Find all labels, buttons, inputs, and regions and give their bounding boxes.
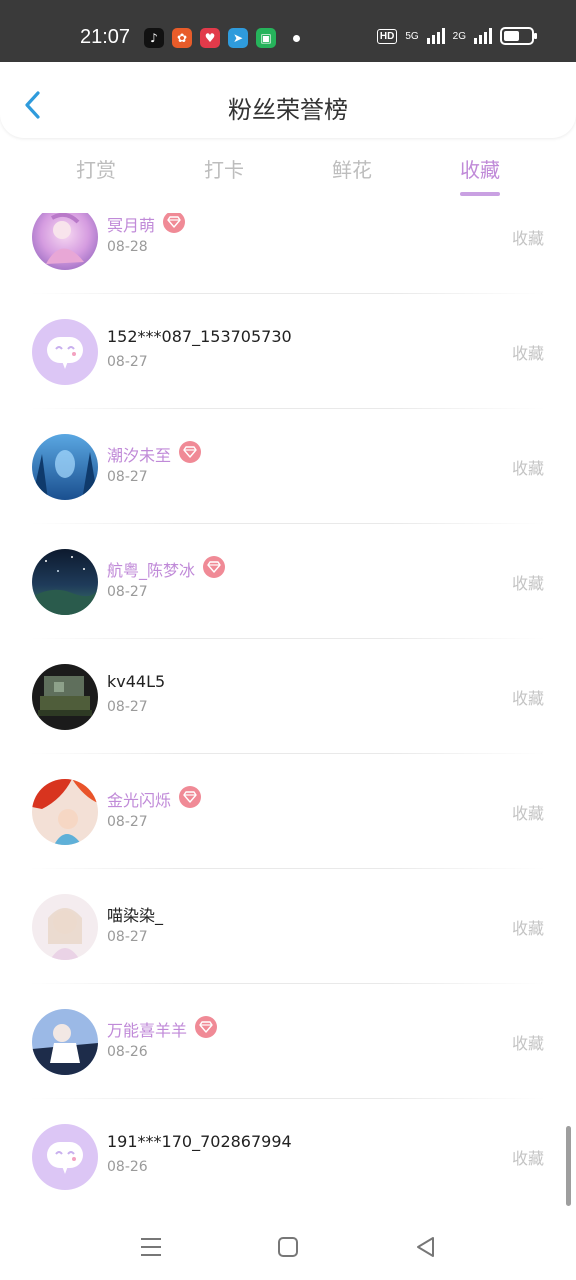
network-2g-label: 2G [452, 30, 466, 42]
favorite-action-label: 收藏 [511, 459, 544, 478]
active-tab-indicator [460, 192, 500, 196]
favorite-action-label: 收藏 [511, 229, 544, 248]
signal-5g-icon [426, 28, 445, 44]
telegram-icon: ➤ [228, 28, 248, 48]
favorite-action-label: 收藏 [511, 1034, 544, 1053]
favorite-action-label: 收藏 [511, 344, 544, 363]
vip-diamond-icon [179, 441, 202, 463]
avatar[interactable] [32, 893, 98, 960]
user-name: 152***087_153705730 [107, 327, 292, 346]
favorite-date: 08-27 [107, 814, 148, 830]
status-app-icons: ♪ ✿ ♥ ➤ ▣ [144, 28, 276, 48]
tab-reward[interactable]: 打赏 [46, 154, 146, 183]
vip-diamond-icon [203, 556, 226, 578]
user-name: 万能喜羊羊 [107, 1021, 188, 1040]
favorite-date: 08-26 [107, 1159, 148, 1175]
user-name: 潮汐未至 [107, 446, 172, 465]
favorite-action-label: 收藏 [511, 919, 544, 938]
tab-flowers[interactable]: 鲜花 [302, 154, 402, 183]
tab-checkin[interactable]: 打卡 [174, 154, 274, 183]
android-app-icon: ▣ [256, 28, 276, 48]
fan-list-item[interactable]: 航粤_陈梦冰 08-27 收藏 [0, 524, 576, 639]
favorite-date: 08-27 [107, 354, 148, 370]
favorite-action-label: 收藏 [511, 689, 544, 708]
notification-dot-icon [293, 35, 300, 42]
tiktok-icon: ♪ [144, 28, 164, 48]
back-triangle-icon[interactable] [412, 1233, 440, 1261]
signal-2g-icon [474, 28, 492, 44]
app-screen: 21:07 ♪ ✿ ♥ ➤ ▣ HD 5G 2G 粉丝荣誉榜 打赏 打卡 鲜花 … [0, 0, 576, 1280]
fan-list-item[interactable]: 冥月萌 08-28 收藏 [0, 213, 576, 294]
fan-list-item[interactable]: 152***087_153705730 08-27 收藏 [0, 294, 576, 409]
menu-icon[interactable] [137, 1233, 165, 1261]
favorite-action-label: 收藏 [511, 574, 544, 593]
page-header: 粉丝荣誉榜 [0, 62, 576, 138]
favorite-date: 08-26 [107, 1044, 148, 1060]
avatar[interactable] [32, 1008, 98, 1075]
hd-icon: HD [376, 28, 398, 44]
favorite-date: 08-27 [107, 584, 148, 600]
fan-list-item[interactable]: 金光闪烁 08-27 收藏 [0, 754, 576, 869]
avatar[interactable] [32, 433, 98, 500]
user-name: 191***170_702867994 [107, 1132, 292, 1151]
favorite-action-label: 收藏 [511, 1149, 544, 1168]
favorite-date: 08-27 [107, 929, 148, 945]
avatar[interactable] [32, 1123, 98, 1190]
vip-diamond-icon [195, 1016, 218, 1038]
favorite-action-label: 收藏 [511, 804, 544, 823]
user-name: 喵染染_ [107, 906, 164, 925]
system-nav-bar [0, 1213, 576, 1280]
favorite-date: 08-27 [107, 699, 148, 715]
status-bar: 21:07 ♪ ✿ ♥ ➤ ▣ HD 5G 2G [0, 0, 576, 62]
user-name: 冥月萌 [107, 216, 156, 235]
avatar[interactable] [32, 213, 98, 270]
avatar[interactable] [32, 548, 98, 615]
user-name: kv44L5 [107, 672, 166, 691]
vip-diamond-icon [179, 786, 202, 808]
heart-app-icon: ♥ [200, 28, 220, 48]
system-icons: HD 5G 2G [376, 27, 537, 45]
tab-bar: 打赏 打卡 鲜花 收藏 [0, 148, 576, 210]
user-name: 航粤_陈梦冰 [107, 561, 196, 580]
fan-list: 冥月萌 08-28 收藏 152***087_153705730 08-27 收藏 潮汐未至… [0, 213, 576, 1213]
xiaohongshu-icon: ✿ [172, 28, 192, 48]
avatar[interactable] [32, 663, 98, 730]
fan-list-item[interactable]: kv44L5 08-27 收藏 [0, 639, 576, 754]
fan-list-item[interactable]: 喵染染_ 08-27 收藏 [0, 869, 576, 984]
fan-list-item[interactable]: 万能喜羊羊 08-26 收藏 [0, 984, 576, 1099]
network-5g-label: 5G [405, 30, 419, 42]
fan-list-item[interactable]: 191***170_702867994 08-26 收藏 [0, 1099, 576, 1213]
fan-list-item[interactable]: 潮汐未至 08-27 收藏 [0, 409, 576, 524]
favorite-date: 08-28 [107, 239, 148, 255]
page-title: 粉丝荣誉榜 [228, 96, 348, 124]
battery-icon [500, 27, 537, 45]
tab-favorites[interactable]: 收藏 [430, 154, 530, 183]
status-time: 21:07 [80, 26, 131, 48]
scrollbar[interactable] [566, 1126, 571, 1206]
favorite-date: 08-27 [107, 469, 148, 485]
home-icon[interactable] [274, 1233, 302, 1261]
avatar[interactable] [32, 778, 98, 845]
vip-diamond-icon [163, 213, 186, 233]
avatar[interactable] [32, 318, 98, 385]
user-name: 金光闪烁 [107, 791, 172, 810]
